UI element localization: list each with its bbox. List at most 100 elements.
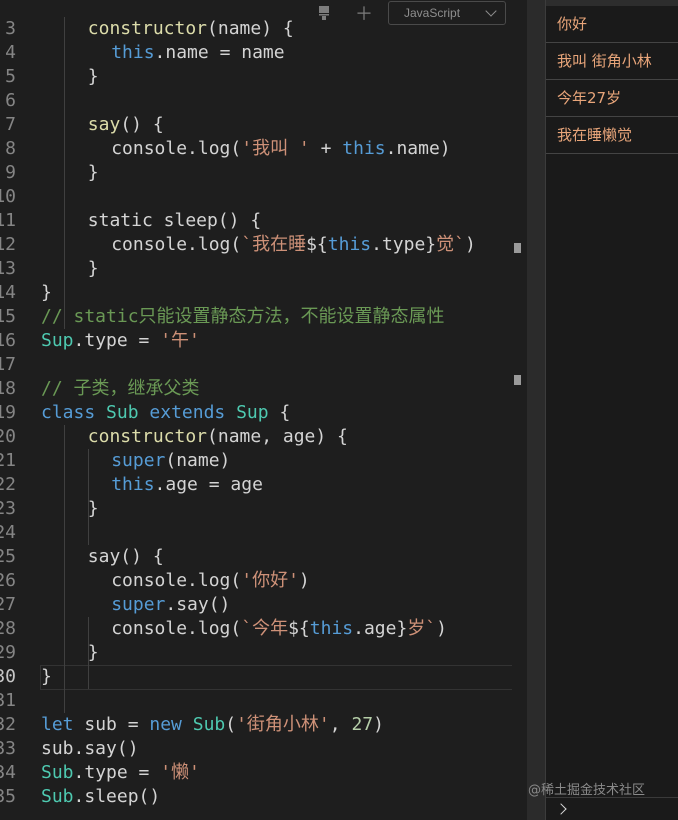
line-number-text: 29 xyxy=(0,642,16,663)
code-token-plain: .name) xyxy=(385,138,451,159)
code-token-plain: ) xyxy=(465,234,476,255)
code-line: 32 let sub = new Sub('街角小林', 27) xyxy=(0,713,527,737)
code-editor[interactable]: ＋ JavaScript 3 constructor(name) {4 this.n… xyxy=(0,0,527,820)
code-text: } xyxy=(88,161,99,185)
line-number-text: 19 xyxy=(0,402,16,423)
format-icon[interactable] xyxy=(304,0,344,26)
code-token-plain: .type} xyxy=(371,234,437,255)
code-text: Sub.sleep() xyxy=(41,785,160,809)
code-line: 11 static sleep() { xyxy=(0,209,527,233)
code-text: } xyxy=(88,497,99,521)
code-token-plain: + xyxy=(309,138,343,159)
code-token-kw: let xyxy=(41,714,74,735)
chevron-down-icon xyxy=(485,4,497,17)
code-token-plain: (name) { xyxy=(207,18,294,39)
scrollbar-marker xyxy=(514,243,521,253)
code-token-plain: ) xyxy=(298,570,310,591)
line-number-text: 33 xyxy=(0,738,16,759)
code-line: 8 console.log('我叫 ' + this.name) xyxy=(0,137,527,161)
add-icon[interactable]: ＋ xyxy=(344,0,384,26)
code-token-plain: } xyxy=(87,498,99,519)
code-token-plain: sub.say() xyxy=(41,738,139,759)
code-text: class Sub extends Sup { xyxy=(41,401,290,425)
line-number-text: 10 xyxy=(0,186,16,207)
indent-guide xyxy=(64,17,66,329)
language-select[interactable]: JavaScript xyxy=(388,1,506,25)
code-token-plain: .say() xyxy=(165,594,231,615)
code-text: super(name) xyxy=(111,449,230,473)
editor-scrollbar[interactable] xyxy=(512,30,527,820)
line-number: 22 xyxy=(0,473,16,497)
line-number-text: 26 xyxy=(0,570,16,591)
code-line: 22 this.age = age xyxy=(0,473,527,497)
code-text: console.log('你好') xyxy=(111,569,310,593)
line-number: 17 xyxy=(0,353,16,377)
code-token-plain: ) xyxy=(436,618,447,639)
code-token-plain: .type = xyxy=(73,762,161,783)
console-line: 你好 xyxy=(546,6,678,43)
code-line: 17 xyxy=(0,353,527,377)
panel-splitter[interactable] xyxy=(527,0,545,820)
code-line: 24 xyxy=(0,521,527,545)
code-token-plain: (name) xyxy=(165,450,231,471)
line-number-text: 9 xyxy=(5,162,16,183)
code-text: say() { xyxy=(88,545,164,569)
line-number-text: 30 xyxy=(0,666,16,687)
watermark: @稀土掘金技术社区 xyxy=(528,783,646,798)
line-number: 5 xyxy=(0,65,16,89)
code-token-str: '街角小林' xyxy=(236,714,330,735)
line-number-text: 7 xyxy=(5,114,16,135)
code-text: console.log(`今年${this.age}岁`) xyxy=(111,617,447,641)
code-token-fn: constructor xyxy=(87,426,208,447)
line-number: 26 xyxy=(0,569,16,593)
scrollbar-marker xyxy=(514,375,521,385)
code-token-plain: console.log( xyxy=(111,570,242,591)
code-token-plain: } xyxy=(41,282,52,303)
code-token-cls: Sub xyxy=(106,402,150,423)
line-number: 32 xyxy=(0,713,16,737)
line-number: 29 xyxy=(0,641,16,665)
code-token-cm: // 子类，继承父类 xyxy=(41,378,200,399)
line-number-text: 20 xyxy=(0,426,16,447)
code-text: Sup.type = '午' xyxy=(41,329,200,353)
code-token-plain: console.log( xyxy=(111,618,242,639)
line-number: 23 xyxy=(0,497,16,521)
code-text: } xyxy=(41,665,52,689)
line-number: 7 xyxy=(0,113,16,137)
line-number-text: 23 xyxy=(0,498,16,519)
code-token-plain: .type = xyxy=(73,330,161,351)
code-line: 20 constructor(name, age) { xyxy=(0,425,527,449)
line-number-text: 8 xyxy=(5,138,16,159)
console-line: 我在睡懒觉 xyxy=(546,117,678,154)
console-input[interactable] xyxy=(546,797,678,820)
code-token-kw: this xyxy=(309,618,354,639)
code-line: 14} xyxy=(0,281,527,305)
line-number-text: 21 xyxy=(0,450,16,471)
code-token-str: 岁` xyxy=(407,618,437,639)
code-line: 28 console.log(`今年${this.age}岁`) xyxy=(0,617,527,641)
code-token-kw: extends xyxy=(149,402,237,423)
code-line: 26 console.log('你好') xyxy=(0,569,527,593)
code-line: 21 super(name) xyxy=(0,449,527,473)
code-line: 34 Sub.type = '懒' xyxy=(0,761,527,785)
code-text: } xyxy=(88,257,99,281)
code-token-str: `我在睡 xyxy=(241,234,307,255)
line-number-text: 13 xyxy=(0,258,16,279)
line-number-text: 27 xyxy=(0,594,16,615)
code-token-kw: this xyxy=(342,138,386,159)
line-number: 21 xyxy=(0,449,16,473)
code-token-plain: } xyxy=(87,258,99,279)
code-line: 27 super.say() xyxy=(0,593,527,617)
code-area[interactable]: 3 constructor(name) {4 this.name = name 5} 6… xyxy=(0,17,527,809)
code-token-str: '你好' xyxy=(241,570,299,591)
code-token-plain: ( xyxy=(225,714,237,735)
code-text: static sleep() { xyxy=(88,209,261,233)
line-number-text: 12 xyxy=(0,234,16,255)
code-line: 31 xyxy=(0,689,527,713)
line-number-text: 32 xyxy=(0,714,16,735)
line-number: 9 xyxy=(0,161,16,185)
code-token-str: `今年 xyxy=(241,618,289,639)
code-token-cm: // static只能设置静态方法，不能设置静态属性 xyxy=(41,306,445,327)
line-number: 31 xyxy=(0,689,16,713)
code-token-cls: Sub xyxy=(41,762,74,783)
